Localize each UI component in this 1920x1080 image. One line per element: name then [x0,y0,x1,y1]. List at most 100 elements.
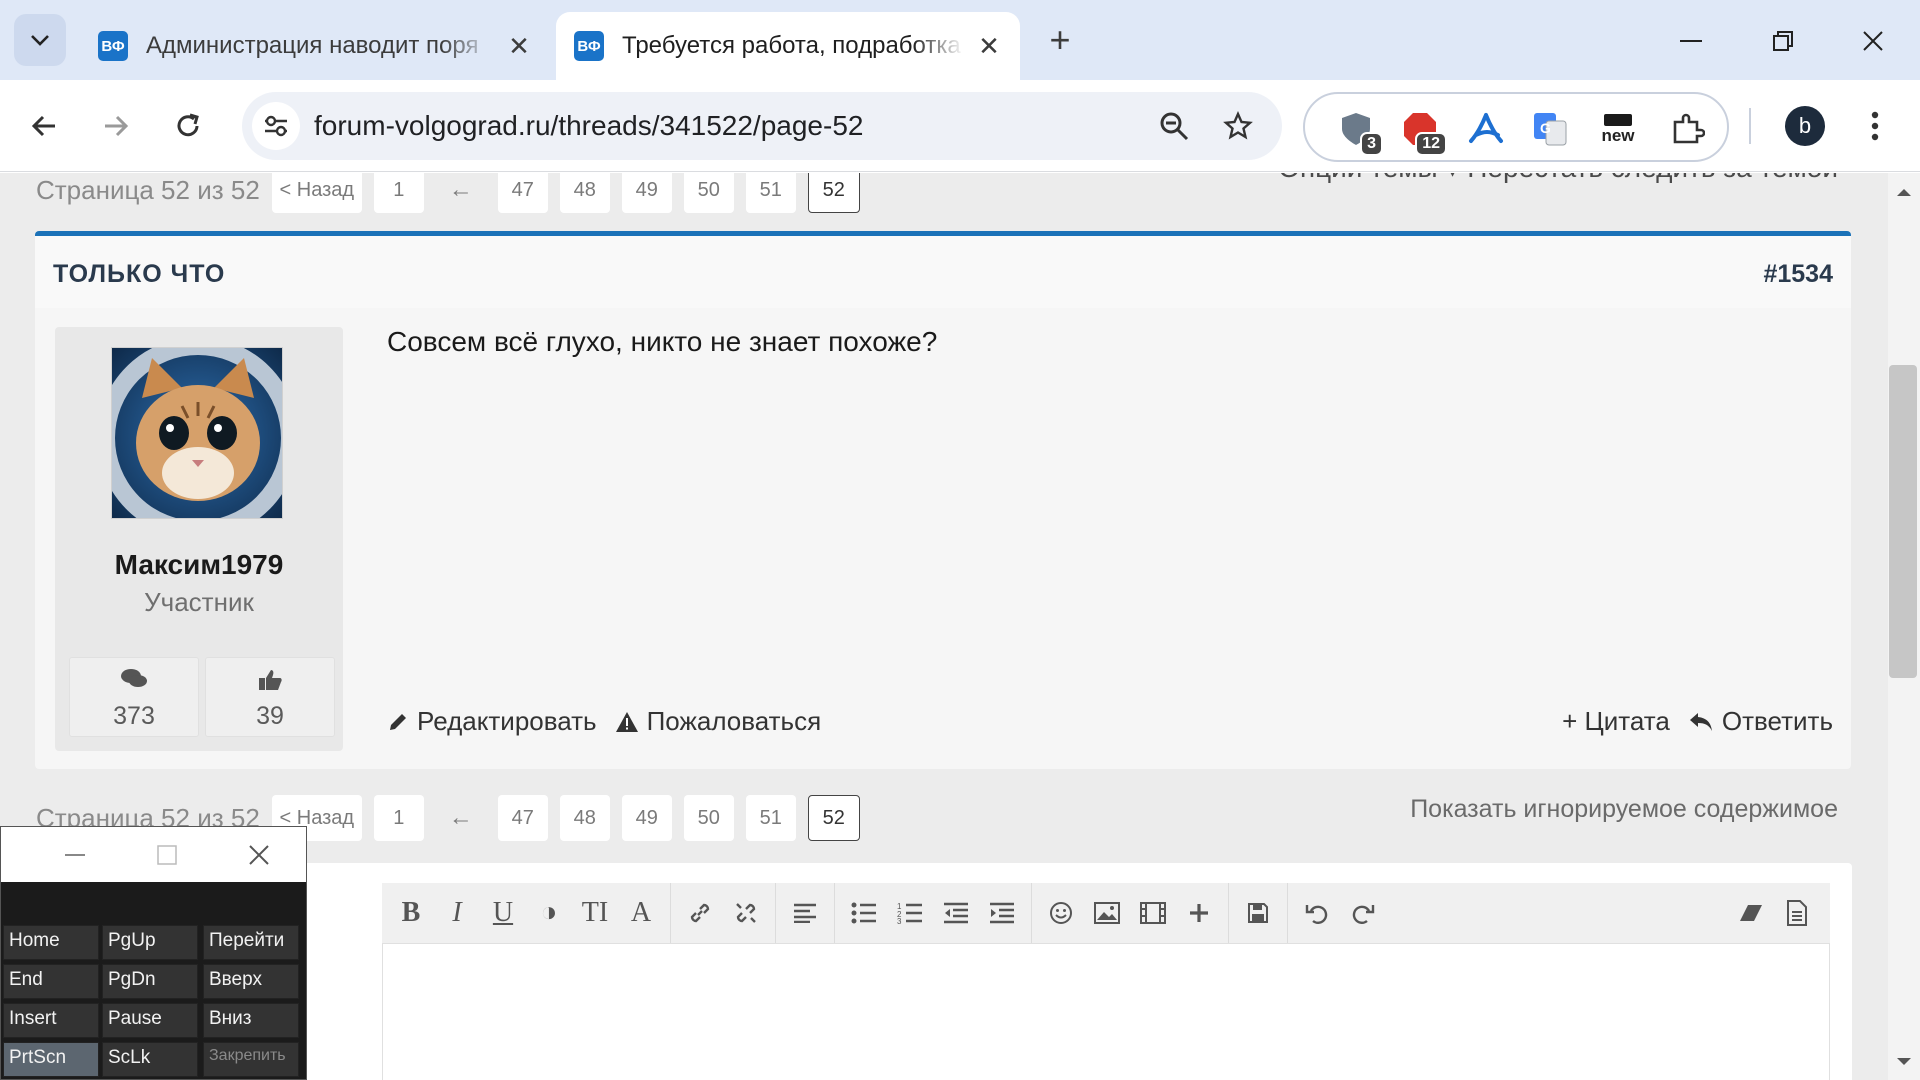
redo-icon[interactable] [1340,890,1386,936]
key-down[interactable]: Вниз [203,1003,299,1038]
page-link[interactable]: 49 [621,173,672,213]
back-button[interactable] [20,102,68,150]
numbered-list-icon[interactable]: 123 [887,890,933,936]
underline-button[interactable]: U [480,890,526,936]
extensions-group: 3 12 G new [1303,92,1729,162]
scroll-up-icon[interactable] [1894,182,1914,202]
font-family-button[interactable]: A [618,890,664,936]
image-icon[interactable] [1084,890,1130,936]
page-link[interactable]: 1 [373,173,424,213]
key-pin[interactable]: Закрепить [203,1042,299,1077]
video-icon[interactable] [1130,890,1176,936]
indent-icon[interactable] [979,890,1025,936]
history-group [1288,883,1392,943]
page-link[interactable]: 50 [683,795,734,841]
align-left-icon[interactable] [782,890,828,936]
bullet-list-icon[interactable] [841,890,887,936]
italic-button[interactable]: I [434,890,480,936]
url-text[interactable]: forum-volgograd.ru/threads/341522/page-5… [314,110,863,142]
key-prtscn[interactable]: PrtScn [3,1042,99,1077]
unlink-icon[interactable] [723,890,769,936]
close-window-button[interactable] [1848,16,1898,66]
maximize-icon[interactable] [149,837,185,873]
quote-button[interactable]: + Цитата [1562,706,1670,737]
key-pgup[interactable]: PgUp [102,925,198,960]
zoom-icon[interactable] [1156,108,1192,144]
profile-avatar[interactable]: b [1785,106,1825,146]
save-draft-icon[interactable] [1235,890,1281,936]
thread-options-link[interactable]: Опции темы ▾ Перестать следить за темой [1278,173,1838,184]
restore-button[interactable] [1758,16,1808,66]
key-sclk[interactable]: ScLk [102,1042,198,1077]
key-home[interactable]: Home [3,925,99,960]
remove-format-icon[interactable] [1728,890,1774,936]
current-page[interactable]: 52 [807,173,860,213]
reply-button[interactable]: Ответить [1688,706,1833,737]
key-goto[interactable]: Перейти [203,925,299,960]
list-group: 123 [835,883,1032,943]
post-permalink[interactable]: #1534 [1763,260,1833,289]
shield-icon[interactable]: 3 [1333,106,1383,156]
reply-label: Ответить [1721,706,1833,736]
show-ignored-link[interactable]: Показать игнорируемое содержимое [1410,795,1838,824]
report-button[interactable]: Пожаловаться [615,706,821,737]
page-link[interactable]: 51 [745,795,796,841]
translate-icon[interactable]: G [1527,106,1573,152]
address-bar[interactable]: forum-volgograd.ru/threads/341522/page-5… [242,92,1282,160]
tab-active[interactable]: ВФ Требуется работа, подработка ✕ [556,12,1020,80]
post-actions-right: + Цитата Ответить [1562,706,1833,737]
source-mode-icon[interactable] [1774,890,1820,936]
star-icon[interactable] [1220,108,1256,144]
puzzle-icon[interactable] [1665,106,1711,152]
close-icon[interactable]: ✕ [972,29,1006,63]
outdent-icon[interactable] [933,890,979,936]
page-link[interactable]: 1 [373,795,424,841]
page-link[interactable]: 50 [683,173,734,213]
new-tab-button[interactable]: + [1040,19,1080,60]
tab-inactive[interactable]: ВФ Администрация наводит поря ✕ [80,12,550,80]
page-link[interactable]: 49 [621,795,672,841]
color-button[interactable]: ◑ [526,890,572,936]
scrollbar-thumb[interactable] [1889,365,1917,678]
key-end[interactable]: End [3,964,99,999]
page-link[interactable]: 48 [559,795,610,841]
key-pause[interactable]: Pause [102,1003,198,1038]
close-icon[interactable]: ✕ [502,29,536,63]
site-info-button[interactable] [252,102,300,150]
page-link[interactable]: 48 [559,173,610,213]
tab-search-button[interactable] [14,14,66,66]
page-link[interactable]: 51 [745,173,796,213]
acrobat-icon[interactable] [1463,106,1509,152]
font-size-button[interactable]: TI [572,890,618,936]
link-icon[interactable] [677,890,723,936]
smiley-icon[interactable] [1038,890,1084,936]
page-link[interactable]: 47 [497,173,548,213]
page-link[interactable]: 47 [497,795,548,841]
plus-icon[interactable] [1176,890,1222,936]
key-insert[interactable]: Insert [3,1003,99,1038]
messages-stat[interactable]: 373 [69,657,199,737]
username-link[interactable]: Максим1979 [55,549,343,581]
scroll-down-icon[interactable] [1894,1052,1914,1072]
current-page[interactable]: 52 [807,795,860,841]
minimize-icon[interactable] [57,837,93,873]
key-up[interactable]: Вверх [203,964,299,999]
page-gap-arrow[interactable]: ← [436,795,486,841]
kebab-menu-icon[interactable] [1860,104,1890,148]
insert-group [1032,883,1229,943]
key-pgdn[interactable]: PgDn [102,964,198,999]
minimize-button[interactable] [1666,16,1716,66]
bold-button[interactable]: B [388,890,434,936]
pocket-new-icon[interactable]: new [1595,106,1641,152]
forward-button[interactable] [92,102,140,150]
close-icon[interactable] [241,837,277,873]
page-gap-arrow[interactable]: ← [436,173,486,213]
adblock-icon[interactable]: 12 [1397,106,1447,156]
reload-button[interactable] [164,102,212,150]
undo-icon[interactable] [1294,890,1340,936]
prev-page-button[interactable]: < Назад [271,173,362,213]
avatar[interactable] [111,347,283,519]
likes-stat[interactable]: 39 [205,657,335,737]
edit-button[interactable]: Редактировать [387,706,597,737]
message-input[interactable] [382,943,1830,1080]
